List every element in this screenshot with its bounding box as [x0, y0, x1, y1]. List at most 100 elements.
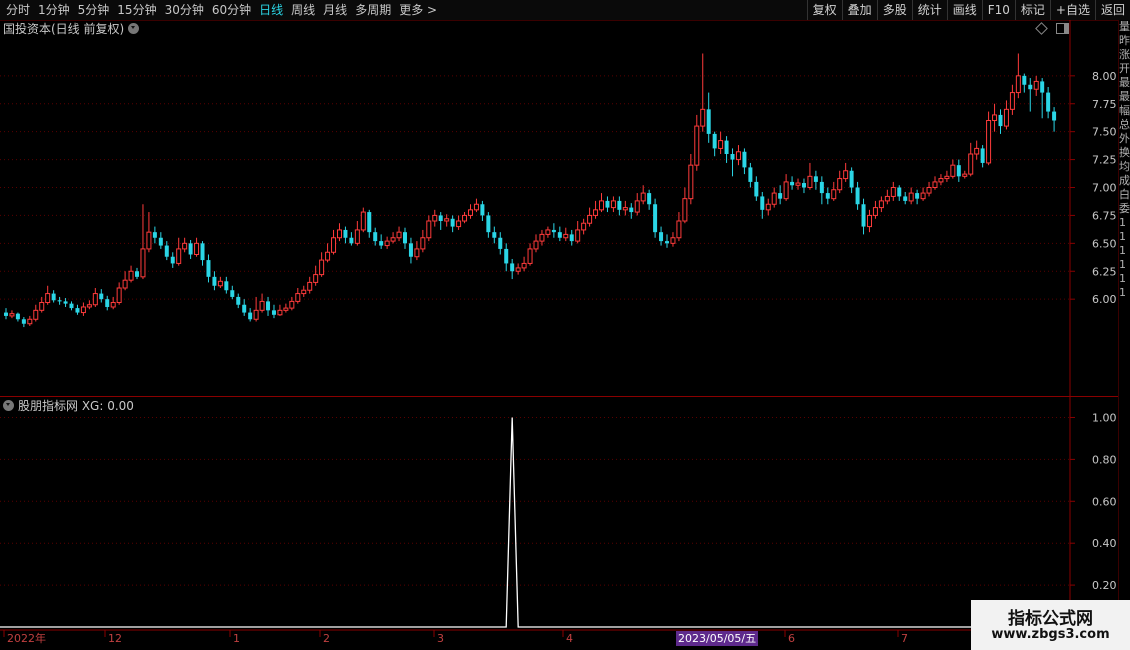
side-panel-label: 1 [1119, 230, 1126, 243]
candle-body [634, 200, 640, 213]
candle-body [771, 192, 777, 205]
candle-body [778, 193, 783, 199]
side-panel-label: 幅 [1119, 104, 1130, 117]
candle-body [659, 232, 664, 242]
candle-body [69, 303, 74, 309]
candle-body [164, 245, 169, 257]
candle-body [307, 281, 313, 291]
period-tab[interactable]: 多周期 [351, 0, 395, 20]
candle-body [831, 189, 837, 200]
period-tab[interactable]: 5分钟 [74, 0, 114, 20]
time-tick-label: 7 [901, 632, 908, 645]
time-tick-label: 2022年 [7, 631, 46, 645]
candle-body [676, 220, 682, 239]
candle-body [855, 187, 860, 205]
toolbar-action-button[interactable]: F10 [981, 0, 1015, 20]
time-tick-label: 12 [108, 632, 122, 645]
candle-body [712, 133, 717, 149]
candle-body [480, 204, 485, 216]
candle-body [360, 211, 366, 231]
period-tab[interactable]: 分时 [2, 0, 34, 20]
candle-body [735, 151, 741, 161]
quote-side-panel: 量昨涨开最最幅总外换均成白委111111 [1118, 20, 1130, 650]
candle-body [432, 214, 438, 222]
period-tab[interactable]: 周线 [287, 0, 319, 20]
candle-body [367, 212, 372, 233]
period-tab[interactable]: 日线 [255, 0, 287, 20]
side-panel-label: 昨 [1119, 34, 1130, 47]
candle-body [515, 267, 521, 272]
price-tick-label: 6.25 [1092, 265, 1117, 278]
candle-body [57, 300, 62, 302]
period-tab[interactable]: 更多 > [395, 0, 441, 20]
candle-body [349, 237, 354, 244]
candle-body [75, 308, 80, 313]
candle-body [33, 309, 39, 320]
candle-body [593, 209, 599, 216]
side-panel-label: 1 [1119, 286, 1126, 299]
candle-body [325, 251, 331, 261]
candle-body [622, 207, 628, 211]
candle-body [545, 229, 551, 235]
candle-body [926, 187, 932, 194]
candlestick-chart[interactable]: 8.00 7.75 7.50 7.25 7.00 6.75 6.50 6.25 6.00 [0, 20, 1118, 396]
candle-body [968, 153, 974, 175]
candle-body [486, 215, 491, 233]
indicator-chart[interactable]: 1.000.800.600.400.202022年 12 1 2 3 4 6 7 [0, 397, 1118, 650]
time-tick-label: 4 [566, 632, 573, 645]
toolbar-action-button[interactable]: 多股 [876, 0, 912, 20]
candle-body [21, 319, 26, 324]
period-tab[interactable]: 1分钟 [34, 0, 74, 20]
toolbar-action-button[interactable]: 叠加 [841, 0, 877, 20]
price-tick-label: 7.50 [1092, 126, 1117, 139]
candle-body [467, 209, 473, 216]
candle-body [724, 140, 729, 154]
toolbar-action-button[interactable]: 复权 [806, 0, 842, 20]
candle-body [498, 237, 503, 249]
candle-body [242, 304, 247, 313]
toolbar-action-button[interactable]: 统计 [911, 0, 947, 20]
candle-body [266, 301, 271, 311]
period-tab[interactable]: 30分钟 [161, 0, 208, 20]
price-tick-label: 7.75 [1092, 98, 1117, 111]
candle-body [521, 262, 527, 269]
side-panel-label: 白 [1119, 188, 1130, 201]
candle-body [884, 195, 890, 202]
period-tab[interactable]: 15分钟 [113, 0, 160, 20]
candle-body [866, 214, 872, 228]
candle-body [878, 200, 884, 209]
candle-body [128, 270, 134, 281]
candle-body [1015, 75, 1021, 94]
candle-body [748, 167, 753, 182]
candle-body [581, 222, 587, 231]
candle-body [271, 310, 276, 315]
candle-body [783, 181, 789, 200]
candle-body [176, 248, 182, 264]
indicator-tick-label: 0.40 [1092, 537, 1117, 550]
candle-body [402, 232, 407, 244]
price-tick-label: 8.00 [1092, 70, 1117, 83]
candle-body [504, 248, 509, 264]
indicator-tick-label: 1.00 [1092, 411, 1117, 424]
candle-body [915, 193, 920, 199]
period-tab[interactable]: 月线 [319, 0, 351, 20]
candle-body [944, 175, 950, 180]
candle-body [373, 232, 378, 242]
toolbar-action-button[interactable]: 标记 [1014, 0, 1050, 20]
toolbar-action-button[interactable]: 画线 [946, 0, 982, 20]
candle-body [194, 242, 200, 255]
candle-body [807, 175, 813, 188]
candle-body [903, 196, 908, 201]
candle-body [45, 293, 51, 304]
candle-body [670, 237, 676, 244]
period-tab[interactable]: 60分钟 [208, 0, 255, 20]
toolbar-action-button[interactable]: +自选 [1049, 0, 1095, 20]
candle-body [557, 232, 562, 238]
candle-body [15, 313, 20, 320]
candle-body [414, 248, 420, 258]
candle-body [742, 151, 747, 168]
candle-body [188, 243, 193, 255]
candle-body [527, 248, 533, 264]
candle-body [1028, 84, 1033, 90]
toolbar-action-button[interactable]: 返回 [1094, 0, 1130, 20]
